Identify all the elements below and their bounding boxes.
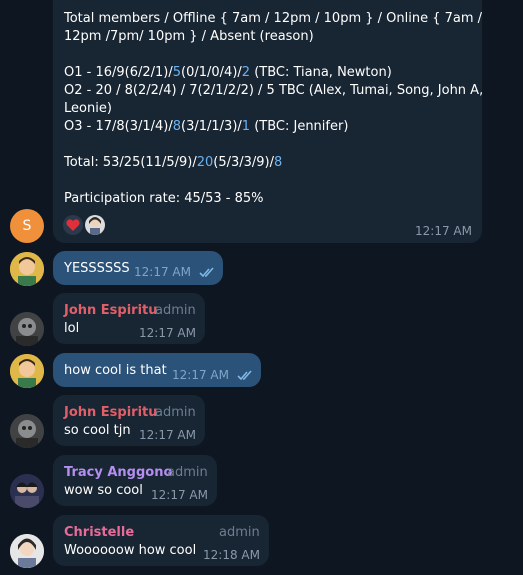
message-text: so cool tjn (64, 423, 131, 438)
message-time: 12:17 AM (139, 428, 196, 442)
avatar-self[interactable] (10, 252, 44, 286)
total-line: Total: 53/25(11/5/9)/20(5/3/3/9)/8 (64, 155, 283, 170)
summary-time: 12:17 AM (415, 224, 472, 238)
message-tracy-wow[interactable]: Tracy Anggono admin wow so cool 12:17 AM (53, 455, 217, 506)
summary-line-2: 12pm /7pm/ 10pm } / Absent (reason) (64, 29, 314, 44)
message-text: Woooooow how cool (64, 543, 197, 558)
o3-link-1[interactable]: 8 (173, 119, 181, 134)
admin-badge: admin (155, 303, 196, 318)
message-time: 12:17 AM (151, 488, 208, 502)
read-checks-icon (199, 267, 214, 278)
message-time: 12:17 AM (139, 326, 196, 340)
heart-reaction-icon[interactable] (63, 215, 83, 235)
avatar-christelle[interactable] (10, 534, 44, 568)
o1-link-2[interactable]: 2 (242, 65, 250, 80)
message-john-lol[interactable]: John Espiritu admin lol 12:17 AM (53, 293, 205, 344)
read-checks-icon (237, 370, 252, 381)
avatar-john-espiritu[interactable] (10, 312, 44, 346)
message-text: lol (64, 321, 80, 336)
avatar-tracy-anggono[interactable] (10, 474, 44, 508)
avatar-s[interactable]: S (10, 209, 44, 243)
message-christelle[interactable]: Christelle admin Woooooow how cool 12:18… (53, 515, 269, 566)
sender-name[interactable]: John Espiritu (64, 405, 158, 420)
avatar-john-espiritu[interactable] (10, 414, 44, 448)
total-link-1[interactable]: 20 (197, 155, 214, 170)
sender-name[interactable]: Tracy Anggono (64, 465, 172, 480)
o3-line: O3 - 17/8(3/1/4)/8(3/1/1/3)/1 (TBC: Jenn… (64, 119, 349, 134)
message-time: 12:17 AM (134, 265, 191, 279)
message-text: YESSSSSS (64, 261, 130, 276)
message-john-so-cool[interactable]: John Espiritu admin so cool tjn 12:17 AM (53, 395, 205, 446)
message-outgoing-yes[interactable]: YESSSSSS 12:17 AM (53, 251, 223, 285)
participation-line: Participation rate: 45/53 - 85% (64, 191, 264, 206)
summary-message-bubble[interactable]: Total members / Offline { 7am / 12pm / 1… (53, 0, 484, 243)
avatar-letter: S (22, 218, 32, 234)
admin-badge: admin (167, 465, 208, 480)
message-time: 12:18 AM (203, 548, 260, 562)
avatar-self[interactable] (10, 354, 44, 388)
total-link-2[interactable]: 8 (274, 155, 282, 170)
message-outgoing-how-cool[interactable]: how cool is that 12:17 AM (53, 353, 261, 387)
o1-link-1[interactable]: 5 (173, 65, 181, 80)
sender-name[interactable]: John Espiritu (64, 303, 158, 318)
summary-line-1: Total members / Offline { 7am / 12pm / 1… (64, 11, 483, 26)
admin-badge: admin (155, 405, 196, 420)
message-text: how cool is that (64, 363, 167, 378)
message-text: wow so cool (64, 483, 143, 498)
admin-badge: admin (219, 525, 260, 540)
o2-line-2: Leonie) (64, 101, 112, 116)
o3-link-2[interactable]: 1 (242, 119, 250, 134)
reactor-avatar-icon[interactable] (85, 215, 105, 235)
o2-line-1: O2 - 20 / 8(2/2/4) / 7(2/1/2/2) / 5 TBC … (64, 83, 484, 98)
sender-name[interactable]: Christelle (64, 525, 134, 540)
o1-line: O1 - 16/9(6/2/1)/5(0/1/0/4)/2 (TBC: Tian… (64, 65, 392, 80)
message-time: 12:17 AM (172, 368, 229, 382)
